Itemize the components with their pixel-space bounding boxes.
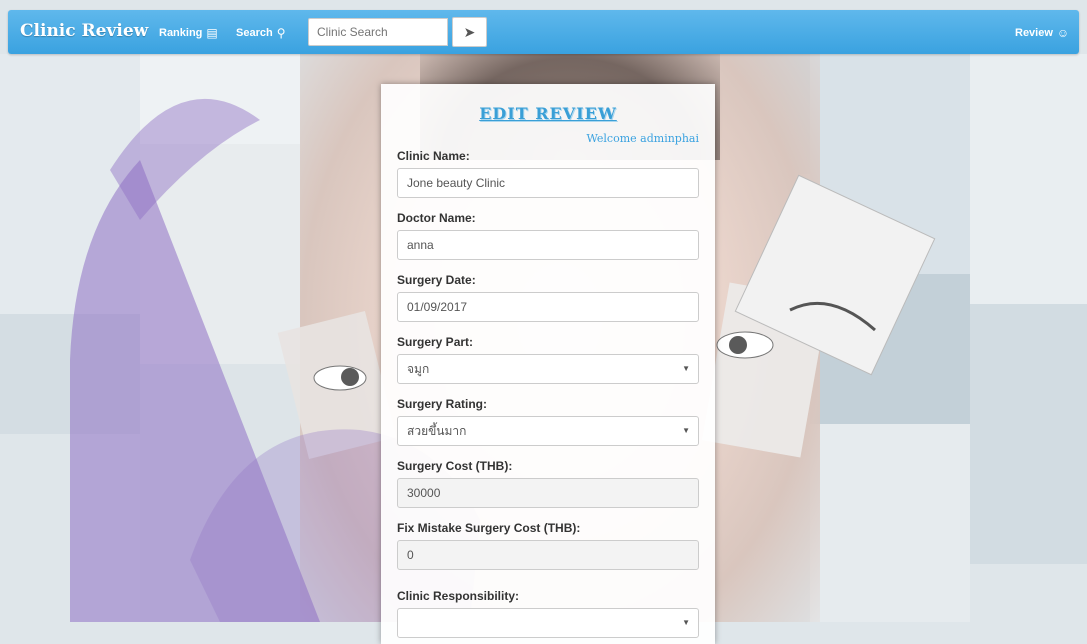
send-icon: ➤	[463, 23, 476, 40]
surgery-cost-field[interactable]: 30000	[397, 478, 699, 508]
nav-review-link[interactable]: Review ☺	[1015, 26, 1069, 40]
surgery-cost-label: Surgery Cost (THB):	[397, 459, 513, 473]
search-icon: ⚲	[276, 26, 286, 40]
edit-review-panel: EDIT REVIEW Welcome adminphai Clinic Nam…	[381, 84, 715, 644]
surgery-rating-label: Surgery Rating:	[397, 397, 488, 411]
top-navbar: Clinic Review Ranking ▤ Search ⚲ ➤ Revie…	[8, 10, 1079, 54]
fix-cost-label: Fix Mistake Surgery Cost (THB):	[397, 521, 581, 535]
nav-ranking-label: Ranking	[159, 27, 203, 39]
surgery-rating-select[interactable]: สวยขึ้นมาก ▼	[397, 416, 699, 446]
surgery-rating-value: สวยขึ้นมาก	[407, 424, 467, 438]
surgery-date-field[interactable]: 01/09/2017	[397, 292, 699, 322]
nav-search-link[interactable]: Search ⚲	[236, 26, 286, 40]
doctor-name-field[interactable]: anna	[397, 230, 699, 260]
user-icon: ☺	[1056, 26, 1070, 40]
page-title: EDIT REVIEW	[479, 104, 617, 123]
surgery-part-select[interactable]: จมูก ▼	[397, 354, 699, 384]
fix-cost-field[interactable]: 0	[397, 540, 699, 570]
nav-ranking-link[interactable]: Ranking ▤	[159, 26, 218, 40]
surgery-part-value: จมูก	[407, 362, 430, 376]
doctor-name-label: Doctor Name:	[397, 211, 476, 225]
clinic-responsibility-select[interactable]: ▼	[397, 608, 699, 638]
search-submit-button[interactable]: ➤	[452, 17, 487, 47]
clinic-name-field[interactable]: Jone beauty Clinic	[397, 168, 699, 198]
surgery-date-label: Surgery Date:	[397, 273, 476, 287]
chevron-down-icon: ▼	[682, 364, 690, 373]
clinic-name-label: Clinic Name:	[397, 149, 470, 163]
chevron-down-icon: ▼	[682, 426, 690, 435]
brand-logo[interactable]: Clinic Review	[20, 21, 148, 41]
list-icon: ▤	[206, 26, 218, 40]
clinic-search-input[interactable]	[308, 18, 448, 46]
nav-search-label: Search	[236, 27, 273, 39]
chevron-down-icon: ▼	[682, 618, 690, 627]
surgery-part-label: Surgery Part:	[397, 335, 474, 349]
clinic-responsibility-label: Clinic Responsibility:	[397, 589, 520, 603]
welcome-text: Welcome adminphai	[586, 132, 700, 145]
nav-review-label: Review	[1015, 27, 1053, 39]
